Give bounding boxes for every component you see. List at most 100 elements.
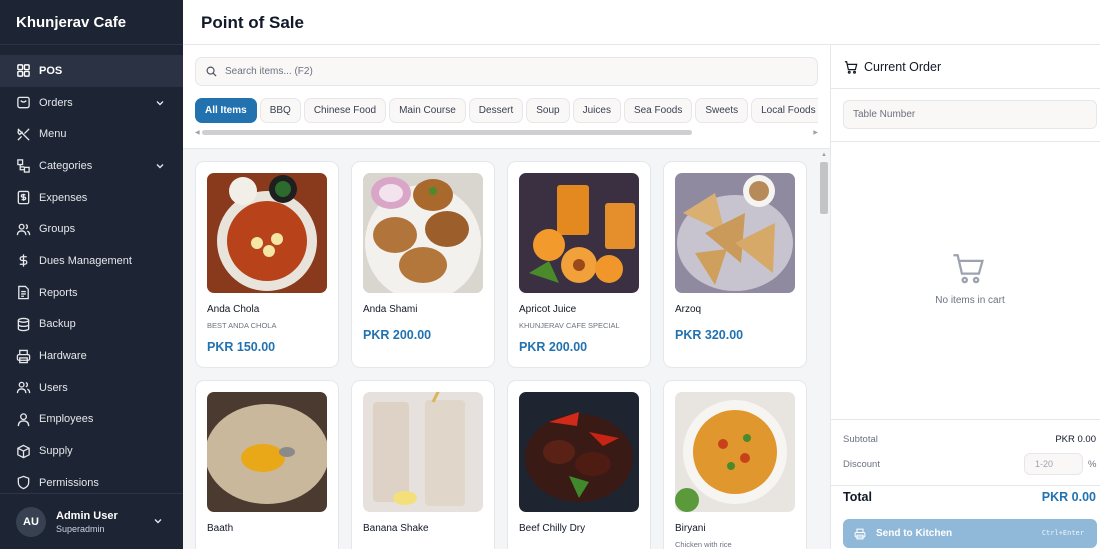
product-card[interactable]: Apricot Juice KHUNJERAV CAFE SPECIAL PKR… [507,161,651,368]
sidebar-item-hardware[interactable]: Hardware [0,340,183,372]
product-card[interactable]: Beef Chilly Dry [507,380,651,549]
sidebar-item-pos[interactable]: POS [0,55,183,87]
biryani-photo [675,392,795,512]
arzoq-photo [675,173,795,293]
category-tab-sweets[interactable]: Sweets [695,98,749,123]
sidebar-item-reports[interactable]: Reports [0,277,183,309]
sidebar-item-employees[interactable]: Employees [0,404,183,436]
sidebar-item-label: Reports [39,286,78,299]
category-tab-sea-foods[interactable]: Sea Foods [623,98,693,123]
baath-photo [207,392,327,512]
product-card[interactable]: Baath [195,380,339,549]
filter-bar: All ItemsBBQChinese FoodMain CourseDesse… [183,45,830,149]
utensils-icon [17,128,30,141]
product-card[interactable]: Banana Shake [351,380,495,549]
sidebar-item-categories[interactable]: Categories [0,150,183,182]
sidebar: Khunjerav Cafe POS Orders Menu Categorie… [0,0,183,549]
brand-name: Khunjerav Cafe [0,0,183,45]
category-tab-main-course[interactable]: Main Course [389,98,466,123]
apricot-juice-photo [519,173,639,293]
subtotal-value: PKR 0.00 [1055,434,1096,445]
category-tab-dessert[interactable]: Dessert [468,98,524,123]
discount-input[interactable] [1024,453,1083,475]
discount-label: Discount [843,459,880,470]
subtotal-label: Subtotal [843,434,878,445]
product-name: Baath [207,523,234,534]
sidebar-item-supply[interactable]: Supply [0,435,183,467]
product-price: PKR 200.00 [363,328,432,342]
user-menu[interactable]: AU Admin User Superadmin [0,493,183,549]
category-tab-soup[interactable]: Soup [526,98,570,123]
groups-icon [16,223,31,235]
empty-cart-message: No items in cart [935,295,1005,306]
beef-chilly-dry-photo [519,392,639,512]
total-label: Total [843,490,872,504]
order-header: Current Order [831,45,1100,89]
sidebar-item-menu[interactable]: Menu [0,118,183,150]
product-name: Beef Chilly Dry [519,523,586,534]
scroll-up-icon[interactable]: ▲ [821,152,827,158]
divider [831,485,1100,486]
send-to-kitchen-button[interactable]: Send to Kitchen Ctrl+Enter [843,519,1097,548]
search-box[interactable] [195,57,818,86]
printer-icon [16,349,31,363]
scrollbar-thumb[interactable] [202,130,692,135]
product-card[interactable]: Anda Chola BEST ANDA CHOLA PKR 150.00 [195,161,339,368]
sidebar-item-label: POS [39,64,63,77]
sidebar-item-label: Menu [39,128,67,141]
page-header: Point of Sale [183,0,1100,45]
category-tab-local-foods[interactable]: Local Foods [751,98,818,123]
product-card[interactable]: Anda Shami PKR 200.00 [351,161,495,368]
scroll-left-icon[interactable]: ◀ [195,129,200,136]
cart-icon [953,254,984,284]
product-name: Anda Chola [207,304,260,315]
total-value: PKR 0.00 [1041,490,1096,504]
order-title: Current Order [864,59,942,74]
printer-icon [854,528,866,539]
sidebar-nav: POS Orders Menu Categories Expenses Grou… [0,45,183,499]
category-tab-juices[interactable]: Juices [572,98,621,123]
keyboard-shortcut: Ctrl+Enter [1041,529,1084,537]
sidebar-item-groups[interactable]: Groups [0,213,183,245]
sidebar-item-users[interactable]: Users [0,372,183,404]
search-input[interactable] [225,66,785,77]
reports-icon [18,285,29,300]
product-name: Biryani [675,523,706,534]
chevron-down-icon [154,519,162,524]
sidebar-item-expenses[interactable]: Expenses [0,182,183,214]
table-number-input[interactable] [843,100,1097,129]
sidebar-item-dues-management[interactable]: Dues Management [0,245,183,277]
category-scrollbar[interactable]: ◀ ▶ [195,129,818,136]
scrollbar-thumb[interactable] [820,162,828,214]
grid-icon [17,64,30,78]
category-tab-all-items[interactable]: All Items [195,98,257,123]
sidebar-item-label: Permissions [39,476,99,489]
users-icon [16,381,31,394]
sidebar-item-orders[interactable]: Orders [0,87,183,119]
shield-icon [17,475,30,490]
product-card[interactable]: Arzoq PKR 320.00 [663,161,807,368]
user-role: Superadmin [56,523,105,534]
product-name: Banana Shake [363,523,429,534]
order-panel: Current Order No items in cart Subtotal … [830,45,1100,549]
category-tabs: All Items BBQ Chinese Food Main Course Desse… [195,98,818,123]
category-tab-bbq[interactable]: BBQ [259,98,301,123]
product-grid-scrollbar[interactable]: ▲ [818,149,830,549]
expenses-icon [17,190,30,205]
scroll-right-icon[interactable]: ▶ [813,129,818,136]
orders-icon [17,96,30,109]
sidebar-item-backup[interactable]: Backup [0,309,183,341]
product-card[interactable]: Biryani Chicken with rice [663,380,807,549]
category-tab-chinese-food[interactable]: Chinese Food [303,98,387,123]
sidebar-item-label: Groups [39,223,76,236]
employee-icon [17,413,30,427]
product-name: Anda Shami [363,304,418,315]
banana-shake-photo [363,392,483,512]
product-description: BEST ANDA CHOLA [207,321,277,330]
sidebar-item-label: Supply [39,445,73,458]
product-name: Arzoq [675,304,702,315]
package-icon [17,444,30,458]
sidebar-item-label: Categories [39,159,93,172]
product-description: KHUNJERAV CAFE SPECIAL [519,321,620,330]
user-name: Admin User [56,509,118,522]
